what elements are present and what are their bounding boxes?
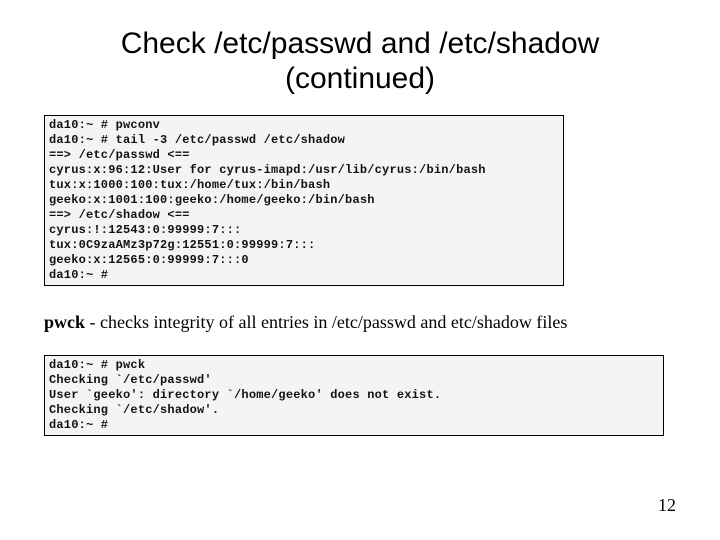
slide: Check /etc/passwd and /etc/shadow (conti… <box>0 0 720 540</box>
terminal-output-2: da10:~ # pwck Checking `/etc/passwd' Use… <box>44 355 664 436</box>
title-line-2: (continued) <box>285 62 435 95</box>
terminal-output-1: da10:~ # pwconv da10:~ # tail -3 /etc/pa… <box>44 115 564 286</box>
pwck-command: pwck <box>44 312 85 332</box>
pwck-description-text: - checks integrity of all entries in /et… <box>85 312 567 332</box>
title-line-1: Check /etc/passwd and /etc/shadow <box>121 27 600 60</box>
slide-title: Check /etc/passwd and /etc/shadow (conti… <box>40 26 680 97</box>
page-number: 12 <box>658 495 676 516</box>
pwck-description: pwck - checks integrity of all entries i… <box>44 312 680 333</box>
